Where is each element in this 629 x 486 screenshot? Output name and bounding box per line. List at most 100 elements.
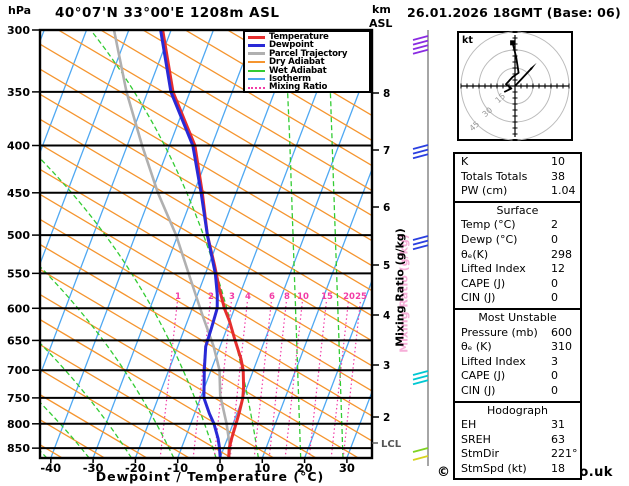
panel-row-label: StmSpd (kt)	[461, 462, 527, 475]
panel-row-label: K	[461, 155, 468, 168]
panel-row: Lifted Index 12	[455, 262, 580, 277]
dry-adiabat-line	[0, 30, 528, 458]
panel-row-value: 0	[551, 291, 558, 306]
panel-row-label: Lifted Index	[461, 355, 526, 368]
wind-barb	[413, 456, 428, 460]
isotherm-line	[135, 30, 298, 458]
wind-barb-tick	[413, 154, 428, 158]
wind-barb-tick	[413, 36, 428, 40]
panel-row-label: PW (cm)	[461, 184, 507, 197]
panel-row-value: 0	[551, 369, 558, 384]
wet-adiabat-line	[0, 26, 5, 458]
panel-row-value: 298	[551, 248, 572, 263]
panel-row: PW (cm) 1.04	[455, 184, 580, 199]
panel-row-value: 12	[551, 262, 565, 277]
legend-swatch-solid	[248, 36, 265, 39]
mixing-ratio-value-label: 25	[355, 292, 367, 302]
pressure-tick-label: 850	[7, 442, 30, 455]
temperature-axis-title: Dewpoint / Temperature (°C)	[0, 469, 420, 484]
pressure-tick-label: 450	[7, 187, 30, 200]
legend-swatch-solid	[248, 70, 265, 72]
km-tick-label: 6	[383, 202, 390, 214]
panel-row-value: 31	[551, 418, 565, 433]
pressure-tick-label: 650	[7, 334, 30, 347]
mixing-ratio-value-label: 3	[229, 292, 235, 302]
panel-row-label: EH	[461, 418, 476, 431]
km-tick-label: 2	[383, 412, 390, 424]
panel-row-label: θₑ(K)	[461, 248, 488, 261]
panel-row: CAPE (J) 0	[455, 277, 580, 292]
panel-row-value: 0	[551, 277, 558, 292]
panel-row: θₑ (K) 310	[455, 340, 580, 355]
wind-barb-tick	[413, 45, 428, 49]
panel-row-value: 2	[551, 218, 558, 233]
panel-row: Dewp (°C)0	[455, 233, 580, 248]
pressure-tick-label: 600	[7, 302, 30, 315]
panel-row: CIN (J)0	[455, 384, 580, 399]
mixing-ratio-axis-label: Mixing Ratio (g/kg)	[394, 108, 407, 468]
wet-adiabat-line	[0, 26, 216, 458]
panel-row: EH 31	[455, 418, 580, 433]
skewt-sounding-screenshot: 1234681015202530035040045050055060065070…	[0, 0, 629, 486]
panel-section: SurfaceTemp (°C)2Dewp (°C)0θₑ(K)298Lifte…	[453, 201, 582, 310]
station-title: 40°07'N 33°00'E 1208m ASL	[55, 5, 279, 21]
pressure-tick-label: 400	[7, 140, 30, 153]
panel-row-value: 18	[551, 462, 565, 477]
altitude-axis-unit-asl: ASL	[369, 17, 392, 30]
pressure-tick-label: 300	[7, 24, 30, 37]
panel-row-value: 310	[551, 340, 572, 355]
panel-row: StmSpd (kt) 18	[455, 462, 580, 477]
isotherm-line	[178, 30, 341, 458]
panel-section-title: Hodograph	[455, 404, 580, 419]
wind-barb-tick	[413, 380, 428, 384]
wind-barb-tick	[413, 145, 428, 149]
panel-row-label: StmDir	[461, 447, 499, 460]
mixing-ratio-value-label: 20	[343, 292, 355, 302]
hodograph-trace-endpoint	[510, 40, 515, 45]
panel-row-label: CIN (J)	[461, 384, 495, 397]
panel-row-label: CIN (J)	[461, 291, 495, 304]
panel-row: Pressure (mb)600	[455, 326, 580, 341]
panel-section: K10Totals Totals38PW (cm)1.04	[453, 152, 582, 203]
wind-barb-tick	[413, 241, 428, 245]
mixing-ratio-value-label: 6	[269, 292, 275, 302]
mixing-ratio-value-label: 8	[284, 292, 290, 302]
dry-adiabat-line	[0, 30, 443, 458]
panel-row-value: 3	[551, 355, 558, 370]
wind-barb-tick	[413, 456, 428, 460]
mixing-ratio-value-label: 2	[208, 292, 214, 302]
legend-box: TemperatureDewpointParcel TrajectoryDry …	[243, 30, 371, 93]
legend-swatch-solid	[248, 44, 265, 47]
pressure-axis-unit: hPa	[8, 4, 31, 17]
indices-panel: K10Totals Totals38PW (cm)1.04SurfaceTemp…	[453, 152, 582, 480]
panel-row-label: CAPE (J)	[461, 277, 505, 290]
km-tick-label: 7	[383, 145, 390, 157]
pressure-tick-label: 800	[7, 418, 30, 431]
panel-section-title: Most Unstable	[455, 311, 580, 326]
wind-barb-tick	[413, 236, 428, 240]
wind-barb	[413, 236, 428, 249]
mixing-ratio-line	[285, 302, 302, 458]
panel-row-label: Lifted Index	[461, 262, 526, 275]
legend-swatch-solid	[248, 78, 265, 80]
pressure-tick-label: 350	[7, 86, 30, 99]
panel-row: Totals Totals38	[455, 170, 580, 185]
wind-barb-tick	[413, 41, 428, 45]
panel-row-label: θₑ (K)	[461, 340, 492, 353]
wind-barb-tick	[413, 448, 428, 452]
legend-label: Mixing Ratio	[269, 83, 327, 91]
legend-swatch-dotted	[248, 87, 265, 89]
panel-section: HodographEH31SREH63StmDir221°StmSpd (kt)…	[453, 401, 582, 481]
panel-row: CAPE (J)0	[455, 369, 580, 384]
panel-row: StmDir221°	[455, 447, 580, 462]
dewpoint-curve	[161, 30, 221, 458]
isotherm-line	[51, 30, 214, 458]
wind-barb	[413, 371, 428, 384]
pressure-tick-label: 500	[7, 229, 30, 242]
panel-row: θₑ(K) 298	[455, 248, 580, 263]
panel-row-value: 1.04	[551, 184, 576, 199]
isotherm-line	[9, 30, 172, 458]
legend-swatch-solid	[248, 52, 265, 55]
km-tick-label: 8	[383, 88, 390, 100]
pressure-tick-label: 550	[7, 267, 30, 280]
